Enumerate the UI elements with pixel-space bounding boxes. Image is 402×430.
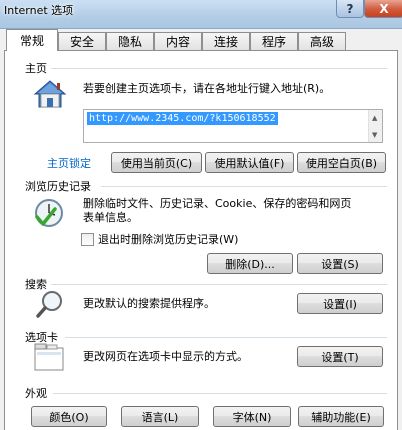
colors-button[interactable]: 颜色(O) bbox=[31, 406, 107, 427]
help-button[interactable]: ? bbox=[336, 0, 364, 18]
general-tab-panel: 主页 若要创建主页选项卡，请在各地址行键入地址(R)。 http://www.2… bbox=[4, 50, 398, 430]
title-bar: Internet 选项 ? X bbox=[0, 0, 402, 29]
tab-security[interactable]: 安全 bbox=[58, 32, 106, 50]
tab-strip: 常规 安全 隐私 内容 连接 程序 高级 bbox=[0, 29, 402, 51]
delete-history-button[interactable]: 删除(D)... bbox=[207, 253, 293, 274]
tabbed-window-icon bbox=[34, 343, 64, 371]
close-button[interactable]: X bbox=[364, 0, 402, 18]
history-settings-button[interactable]: 设置(S) bbox=[297, 253, 383, 274]
use-blank-button[interactable]: 使用空白页(B) bbox=[297, 152, 386, 173]
home-divider bbox=[51, 68, 387, 69]
home-url-value: http://www.2345.com/?k150618552 bbox=[87, 112, 278, 125]
history-section-title: 浏览历史记录 bbox=[25, 180, 91, 193]
tabs-divider bbox=[65, 337, 387, 338]
tab-privacy[interactable]: 隐私 bbox=[106, 32, 154, 50]
tab-general[interactable]: 常规 bbox=[6, 29, 58, 51]
url-scrollbar[interactable]: ▲ ▼ bbox=[368, 110, 382, 142]
search-settings-button[interactable]: 设置(I) bbox=[297, 293, 383, 314]
tabs-settings-button[interactable]: 设置(T) bbox=[297, 346, 383, 367]
scroll-down-icon[interactable]: ▼ bbox=[372, 131, 377, 139]
history-description-2: 表单信息。 bbox=[83, 211, 138, 224]
search-description: 更改默认的搜索提供程序。 bbox=[83, 297, 215, 310]
search-divider bbox=[51, 284, 387, 285]
use-default-button[interactable]: 使用默认值(F) bbox=[205, 152, 294, 173]
home-instruction: 若要创建主页选项卡，请在各地址行键入地址(R)。 bbox=[83, 82, 331, 95]
languages-button[interactable]: 语言(L) bbox=[121, 406, 199, 427]
home-lock-link[interactable]: 主页锁定 bbox=[47, 155, 91, 171]
tab-content[interactable]: 内容 bbox=[154, 32, 202, 50]
fonts-button[interactable]: 字体(N) bbox=[213, 406, 291, 427]
scroll-up-icon[interactable]: ▲ bbox=[372, 114, 377, 122]
delete-on-exit-label[interactable]: 退出时删除浏览历史记录(W) bbox=[98, 233, 238, 247]
appearance-divider bbox=[53, 393, 387, 394]
tab-advanced[interactable]: 高级 bbox=[298, 32, 346, 50]
house-icon bbox=[33, 80, 67, 108]
window-title: Internet 选项 bbox=[4, 4, 74, 17]
clock-check-icon bbox=[35, 199, 63, 227]
accessibility-button[interactable]: 辅助功能(E) bbox=[298, 406, 384, 427]
tab-programs[interactable]: 程序 bbox=[250, 32, 298, 50]
delete-on-exit-checkbox[interactable] bbox=[81, 233, 94, 246]
use-current-button[interactable]: 使用当前页(C) bbox=[111, 152, 202, 173]
tab-connections[interactable]: 连接 bbox=[202, 32, 250, 50]
home-section-title: 主页 bbox=[25, 62, 47, 75]
magnifier-icon bbox=[36, 291, 62, 318]
tabs-description: 更改网页在选项卡中显示的方式。 bbox=[83, 350, 248, 363]
history-divider bbox=[101, 186, 387, 187]
history-description-1: 删除临时文件、历史记录、Cookie、保存的密码和网页 bbox=[83, 197, 352, 210]
home-url-textarea[interactable]: http://www.2345.com/?k150618552 ▲ ▼ bbox=[83, 109, 383, 143]
appearance-section-title: 外观 bbox=[25, 387, 47, 400]
